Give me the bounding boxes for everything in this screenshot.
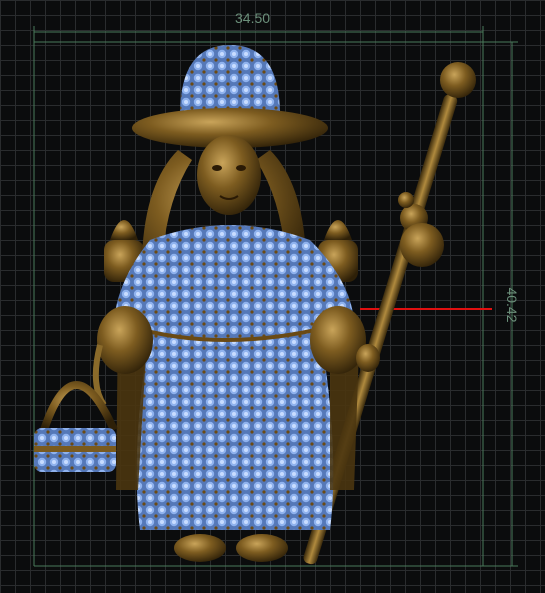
scene-svg [33, 26, 518, 567]
width-dimension-label: 34.50 [235, 10, 271, 26]
face [197, 135, 261, 215]
height-dimension-label: 40.42 [504, 287, 520, 323]
hat [132, 45, 328, 148]
dress [136, 330, 334, 530]
3d-viewport[interactable]: 34.50 40.42 [0, 0, 545, 593]
basket [34, 381, 118, 472]
right-arm [310, 306, 380, 374]
feet [174, 534, 288, 562]
